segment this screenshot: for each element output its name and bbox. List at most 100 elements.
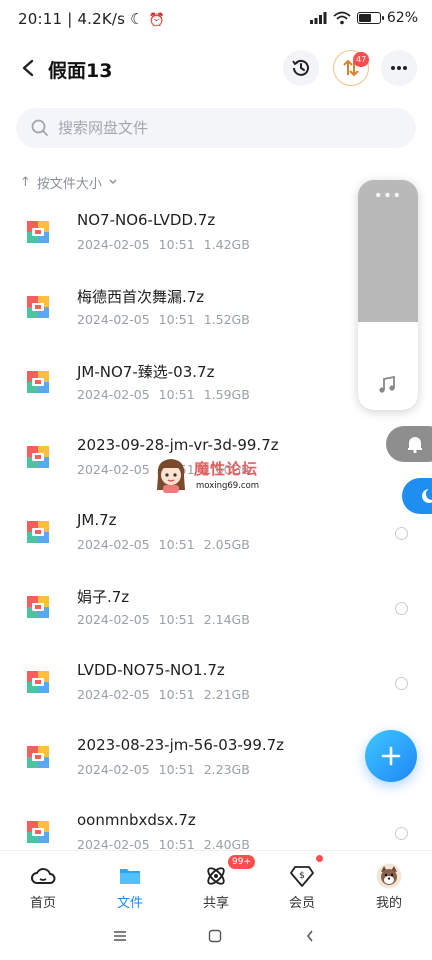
bell-icon bbox=[408, 437, 422, 454]
avatar bbox=[376, 863, 402, 889]
panel-more-icon[interactable]: ••• bbox=[358, 188, 418, 204]
svg-text:$: $ bbox=[299, 871, 305, 881]
file-row[interactable]: LVDD-NO75-NO1.7z 2024-02-05 10:51 2.21GB bbox=[0, 653, 432, 728]
more-dots-icon bbox=[391, 66, 407, 70]
nav-home-label: 首页 bbox=[29, 896, 56, 911]
nav-me[interactable]: 我的 bbox=[359, 859, 419, 913]
archive-file-icon bbox=[27, 821, 49, 843]
nav-home[interactable]: 首页 bbox=[13, 859, 73, 913]
file-row[interactable]: JM.7z 2024-02-05 10:51 2.05GB bbox=[0, 503, 432, 578]
file-name: LVDD-NO75-NO1.7z bbox=[77, 661, 225, 679]
bottom-nav: 首页 文件 共享 $ 会员 我的 bbox=[0, 850, 432, 916]
select-checkbox[interactable] bbox=[395, 602, 408, 615]
archive-file-icon bbox=[27, 521, 49, 543]
cloud-home-icon bbox=[31, 868, 56, 884]
menu-lines-icon bbox=[114, 931, 126, 941]
file-time: 10:51 bbox=[158, 312, 195, 327]
more-button[interactable] bbox=[381, 50, 417, 86]
select-checkbox[interactable] bbox=[395, 677, 408, 690]
file-date: 2024-02-05 bbox=[77, 237, 150, 252]
archive-file-icon bbox=[27, 371, 49, 393]
folder-icon bbox=[120, 869, 140, 884]
file-meta: 2024-02-05 10:51 2.05GB bbox=[77, 537, 259, 552]
status-time: 20:11 bbox=[18, 10, 63, 28]
back-arrow-icon bbox=[22, 59, 34, 77]
file-size: 2.05GB bbox=[203, 537, 250, 552]
file-time: 10:51 bbox=[158, 687, 195, 702]
file-size: 1.59GB bbox=[203, 387, 250, 402]
watermark: 魔性论坛 moxing69.com bbox=[154, 454, 264, 498]
select-checkbox[interactable] bbox=[395, 527, 408, 540]
music-note-icon[interactable] bbox=[376, 374, 398, 396]
file-time: 10:51 bbox=[158, 762, 195, 777]
history-icon bbox=[292, 59, 309, 76]
header: 假面13 bbox=[0, 44, 432, 94]
file-name: JM-NO7-臻选-03.7z bbox=[77, 363, 215, 381]
add-button[interactable] bbox=[365, 730, 417, 782]
sort-selector[interactable]: ↑ 按文件大小 bbox=[20, 172, 118, 192]
nav-vip[interactable]: $ 会员 bbox=[272, 859, 332, 913]
transfer-badge: 47 bbox=[353, 52, 370, 67]
file-date: 2024-02-05 bbox=[77, 387, 150, 402]
archive-file-icon bbox=[27, 446, 49, 468]
select-checkbox[interactable] bbox=[395, 827, 408, 840]
file-name: 2023-08-23-jm-56-03-99.7z bbox=[77, 736, 285, 754]
search-input[interactable] bbox=[58, 108, 398, 148]
file-date: 2024-02-05 bbox=[77, 462, 150, 477]
watermark-url: moxing69.com bbox=[196, 481, 260, 491]
file-meta: 2024-02-05 10:51 2.23GB bbox=[77, 762, 259, 777]
back-button[interactable] bbox=[14, 52, 42, 84]
file-size: 2.21GB bbox=[203, 687, 250, 702]
search-bar[interactable] bbox=[16, 108, 416, 148]
bell-toggle[interactable] bbox=[386, 426, 432, 462]
file-row[interactable]: 娟子.7z 2024-02-05 10:51 2.14GB bbox=[0, 578, 432, 653]
file-size: 1.42GB bbox=[203, 237, 250, 252]
moon-toggle-icon bbox=[422, 488, 432, 503]
file-date: 2024-02-05 bbox=[77, 687, 150, 702]
file-size: 1.52GB bbox=[203, 312, 250, 327]
nav-vip-label: 会员 bbox=[288, 896, 315, 911]
file-name: oonmnbxdsx.7z bbox=[77, 811, 196, 829]
chevron-left-icon bbox=[307, 930, 313, 942]
search-icon bbox=[31, 119, 48, 136]
file-time: 10:51 bbox=[158, 237, 195, 252]
nav-files[interactable]: 文件 bbox=[100, 859, 160, 913]
archive-file-icon bbox=[27, 596, 49, 618]
file-name: 梅德西首次舞漏.7z bbox=[77, 288, 205, 306]
file-name: JM.7z bbox=[77, 511, 117, 529]
file-date: 2024-02-05 bbox=[77, 537, 150, 552]
chevron-down-icon bbox=[109, 179, 117, 184]
file-size: 2.23GB bbox=[203, 762, 250, 777]
archive-file-icon bbox=[27, 296, 49, 318]
battery-icon bbox=[356, 12, 384, 24]
vip-notification-dot bbox=[316, 855, 323, 862]
menu-button[interactable] bbox=[108, 924, 132, 948]
file-meta: 2024-02-05 10:51 1.52GB bbox=[77, 312, 259, 327]
signal-icon bbox=[309, 12, 327, 24]
nav-share-label: 共享 bbox=[202, 896, 229, 911]
share-badge: 99+ bbox=[228, 855, 255, 869]
home-button[interactable] bbox=[203, 924, 227, 948]
archive-file-icon bbox=[27, 671, 49, 693]
dark-mode-toggle[interactable] bbox=[402, 478, 432, 514]
plus-icon bbox=[381, 746, 401, 766]
archive-file-icon bbox=[27, 746, 49, 768]
floating-media-panel[interactable]: ••• bbox=[358, 180, 418, 410]
page-title: 假面13 bbox=[48, 60, 113, 82]
moon-icon: ☾ bbox=[130, 10, 144, 28]
battery-fill bbox=[358, 14, 371, 22]
history-button[interactable] bbox=[283, 50, 319, 86]
watermark-girl-icon bbox=[157, 459, 185, 493]
battery-percent: 62% bbox=[386, 10, 418, 26]
alarm-icon: ⏰ bbox=[148, 13, 166, 28]
nav-files-label: 文件 bbox=[116, 896, 143, 911]
file-meta: 2024-02-05 10:51 1.59GB bbox=[77, 387, 259, 402]
file-date: 2024-02-05 bbox=[77, 312, 150, 327]
file-time: 10:51 bbox=[158, 387, 195, 402]
sort-arrow-icon: ↑ bbox=[20, 174, 31, 190]
vip-diamond-icon: $ bbox=[290, 866, 314, 887]
nav-me-label: 我的 bbox=[375, 896, 402, 911]
system-back-button[interactable] bbox=[298, 924, 322, 948]
wifi-icon bbox=[333, 11, 351, 25]
home-square-icon bbox=[208, 929, 222, 943]
